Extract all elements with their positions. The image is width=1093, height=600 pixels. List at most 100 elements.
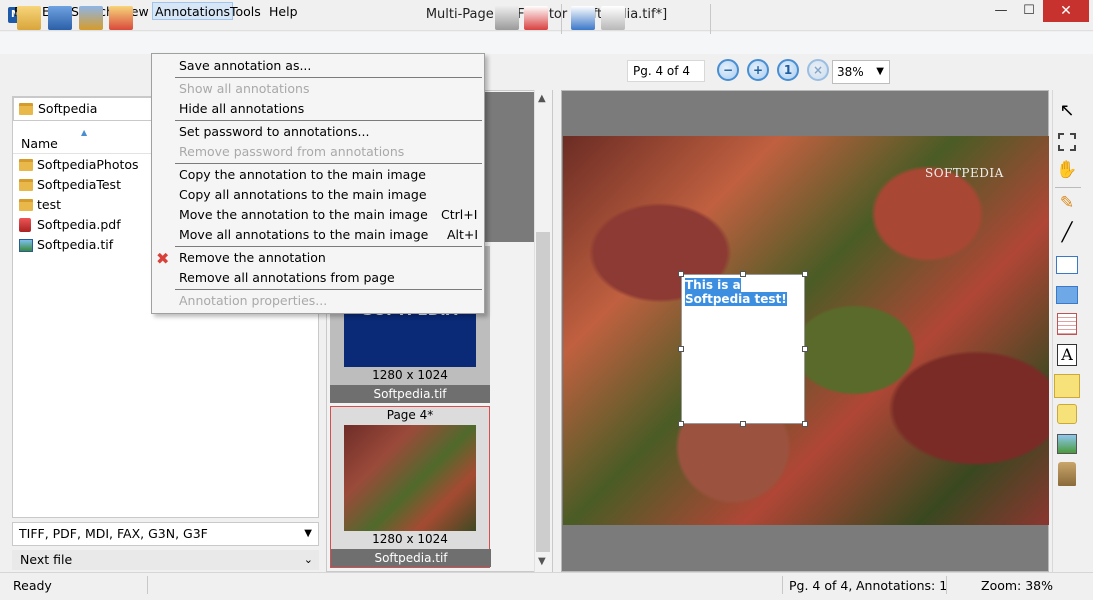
open-folder-icon[interactable]	[17, 6, 41, 30]
status-annotations: Annotations: 1	[856, 578, 948, 593]
current-folder: Softpedia	[38, 101, 98, 116]
resize-handle[interactable]	[678, 346, 684, 352]
highlight-icon[interactable]	[1057, 313, 1077, 335]
toolbar-separator	[561, 4, 562, 34]
maximize-button[interactable]: ☐	[1014, 0, 1044, 22]
zoom-in-icon[interactable]: +	[747, 59, 769, 81]
status-separator	[946, 576, 947, 594]
sort-arrow-icon: ▲	[81, 128, 88, 137]
chevron-down-icon: ▼	[304, 528, 312, 539]
menu-item-annotation-properties: Annotation properties...	[179, 293, 328, 308]
status-page: Pg. 4 of 4,	[789, 578, 853, 593]
next-file-label: Next file	[20, 552, 73, 567]
zoom-out-icon[interactable]: −	[717, 59, 739, 81]
page-indicator[interactable]: Pg. 4 of 4	[627, 60, 705, 82]
annotation-text[interactable]: This is a Softpedia test!	[685, 278, 803, 306]
menu-annotations[interactable]: Annotations	[152, 2, 234, 20]
export-page-icon[interactable]	[495, 6, 519, 30]
list-item[interactable]: Softpedia.pdf	[18, 215, 121, 235]
line-icon[interactable]: ╱	[1055, 222, 1079, 246]
resize-handle[interactable]	[678, 421, 684, 427]
next-file-dropdown[interactable]: Next file ⌄	[12, 550, 319, 570]
minimize-button[interactable]: —	[986, 0, 1016, 22]
folder-combo[interactable]: Softpedia	[13, 97, 153, 121]
rectangle-icon[interactable]	[1056, 256, 1078, 274]
list-item[interactable]: test	[18, 195, 61, 215]
selection-icon[interactable]	[1058, 133, 1076, 151]
filter-value: TIFF, PDF, MDI, FAX, G3N, G3F	[19, 526, 208, 541]
text-icon[interactable]: A	[1057, 344, 1077, 366]
note-icon[interactable]	[1054, 374, 1080, 398]
close-button[interactable]: ✕	[1043, 0, 1089, 22]
list-item[interactable]: SoftpediaTest	[18, 175, 121, 195]
file-type-filter[interactable]: TIFF, PDF, MDI, FAX, G3N, G3F ▼	[12, 522, 319, 546]
next-page-icon[interactable]	[601, 6, 625, 30]
thumbnail-filename: Softpedia.tif	[331, 549, 491, 567]
resize-handle[interactable]	[740, 271, 746, 277]
status-ready: Ready	[13, 578, 52, 593]
chevron-down-icon: ▼	[876, 66, 884, 77]
zoom-fit-icon[interactable]: ×	[807, 59, 829, 81]
image-watermark: SOFTPEDIA	[925, 166, 1004, 180]
menu-item-move-annotation[interactable]: Move the annotation to the main image	[179, 205, 428, 225]
shortcut-ctrl-i: Ctrl+I	[441, 207, 478, 222]
pointer-icon[interactable]: ↖	[1055, 100, 1079, 124]
resize-handle[interactable]	[740, 421, 746, 427]
menu-separator	[175, 289, 482, 290]
menu-item-set-password[interactable]: Set password to annotations...	[179, 122, 369, 142]
stamp-icon[interactable]	[1058, 462, 1076, 486]
folder-icon	[19, 179, 33, 191]
list-item[interactable]: SoftpediaPhotos	[18, 155, 139, 175]
page-image[interactable]	[563, 136, 1049, 525]
red-x-icon: ✖	[156, 249, 170, 268]
resize-handle[interactable]	[678, 271, 684, 277]
thumbnail-dimensions: 1280 x 1024	[372, 532, 448, 546]
resize-handle[interactable]	[802, 346, 808, 352]
menu-separator	[175, 77, 482, 78]
filled-rectangle-icon[interactable]	[1056, 286, 1078, 304]
menu-item-remove-all[interactable]: Remove all annotations from page	[179, 268, 395, 288]
menu-help[interactable]: Help	[267, 3, 300, 21]
status-separator	[782, 576, 783, 594]
save-icon[interactable]	[48, 6, 72, 30]
resize-handle[interactable]	[802, 421, 808, 427]
menu-item-save-annotation[interactable]: Save annotation as...	[179, 56, 311, 76]
zoom-select[interactable]: 38% ▼	[832, 60, 890, 84]
save-as-icon[interactable]	[79, 6, 103, 30]
pencil-icon[interactable]: ✎	[1055, 193, 1079, 217]
thumbnail-dimensions: 1280 x 1024	[372, 368, 448, 382]
menu-separator	[175, 163, 482, 164]
status-separator	[147, 576, 148, 594]
menu-item-hide-all[interactable]: Hide all annotations	[179, 99, 304, 119]
status-zoom: Zoom: 38%	[981, 578, 1054, 593]
zoom-actual-icon[interactable]: 1	[777, 59, 799, 81]
toolbar-separator	[1055, 187, 1081, 188]
previous-page-icon[interactable]	[571, 6, 595, 30]
menu-item-move-all[interactable]: Move all annotations to the main image	[179, 225, 428, 245]
menu-bar	[0, 32, 1093, 54]
image-stamp-icon[interactable]	[1057, 434, 1077, 454]
file-name: Softpedia.pdf	[37, 217, 121, 232]
folder-icon	[19, 159, 33, 171]
list-item[interactable]: Softpedia.tif	[18, 235, 113, 255]
resize-handle[interactable]	[802, 271, 808, 277]
folder-icon	[19, 199, 33, 211]
scroll-down-icon[interactable]: ▼	[538, 556, 546, 567]
callout-icon[interactable]	[1057, 404, 1077, 424]
folder-icon	[19, 103, 33, 115]
column-name-header[interactable]: Name	[21, 136, 58, 151]
menu-item-copy-annotation[interactable]: Copy the annotation to the main image	[179, 165, 426, 185]
menu-item-remove-annotation[interactable]: Remove the annotation	[179, 248, 326, 268]
thumbnail-image	[344, 425, 476, 531]
scrollbar-thumb[interactable]	[536, 232, 550, 552]
hand-icon[interactable]: ✋	[1055, 160, 1079, 184]
scroll-up-icon[interactable]: ▲	[538, 93, 546, 104]
close-file-icon[interactable]	[109, 6, 133, 30]
file-name: SoftpediaPhotos	[37, 157, 139, 172]
menu-item-show-all: Show all annotations	[179, 81, 310, 96]
delete-page-icon[interactable]	[524, 6, 548, 30]
thumbnail-page-label: Page 4*	[386, 408, 434, 422]
menu-separator	[175, 246, 482, 247]
menu-tools[interactable]: Tools	[228, 3, 263, 21]
menu-item-copy-all[interactable]: Copy all annotations to the main image	[179, 185, 427, 205]
